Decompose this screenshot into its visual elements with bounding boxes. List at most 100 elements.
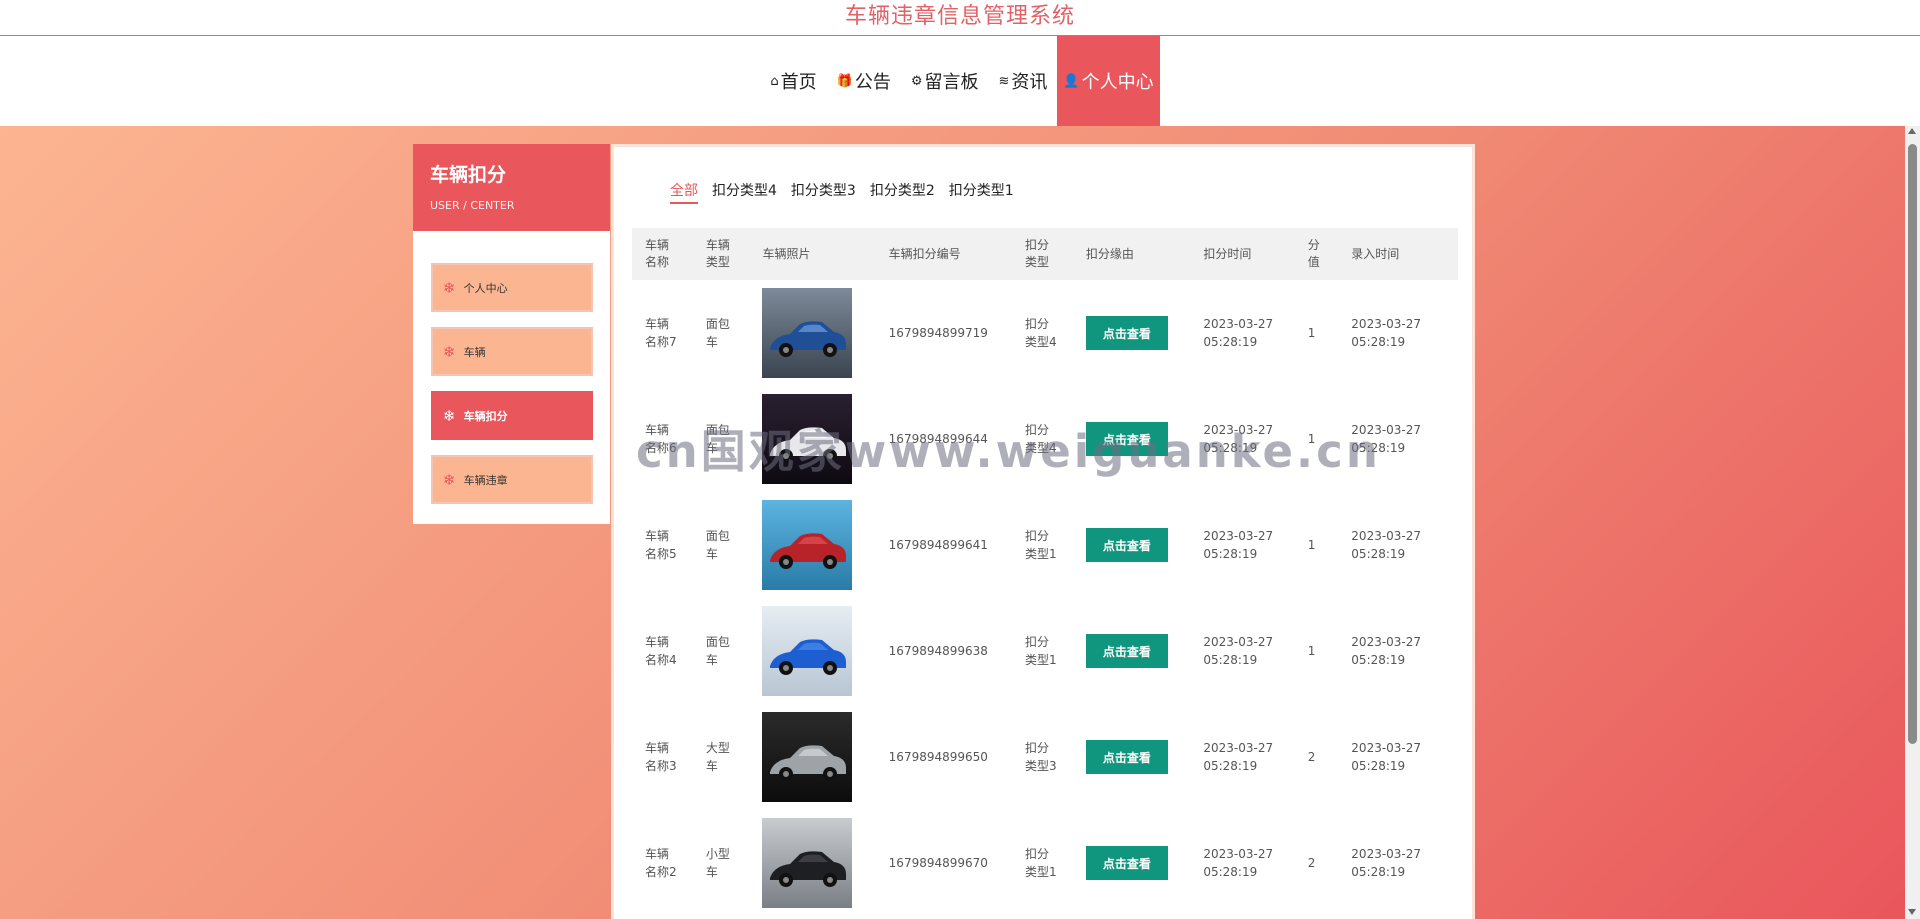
main-area: 车辆扣分 USER / CENTER ❄ 个人中心 ❄ 车辆 ❄ 车辆扣分 ❄ 车辆违章 全部… [0,126,1905,919]
score-cell: 1 [1307,538,1316,552]
car-photo [762,818,853,908]
vehicle-photo-cell [749,810,875,916]
column-header: 车辆照片 [749,228,876,280]
scrollbar-thumb[interactable] [1908,144,1917,744]
view-details-button[interactable]: 点击查看 [1085,846,1168,880]
deduction-time-cell: 2023-03-27 05:28:19 [1203,847,1274,879]
vehicle-type-cell: 面包车 [705,529,730,561]
deduction-number-cell: 1679894899638 [888,644,988,658]
deduction-type-cell: 扣分类型3 [1024,741,1057,773]
gift-icon: 🎁 [836,73,853,89]
column-header: 分值 [1294,228,1339,280]
deduction-time-cell: 2023-03-27 05:28:19 [1203,317,1274,349]
deduction-type-cell: 扣分类型4 [1024,317,1057,349]
column-header: 车辆类型 [692,228,750,280]
vehicle-photo-cell [749,492,875,598]
view-details-button[interactable]: 点击查看 [1085,316,1168,350]
tab-4[interactable]: 扣分类型1 [949,180,1014,204]
nav-item-4[interactable]: 👤 个人中心 [1057,36,1160,126]
content-panel: 全部 扣分类型4 扣分类型3 扣分类型2 扣分类型1 车辆名称 车辆类型 车辆照片 车辆扣分编… [611,144,1475,919]
vehicle-photo-cell [749,704,875,810]
score-cell: 2 [1307,750,1316,764]
view-details-button[interactable]: 点击查看 [1085,740,1168,774]
page-scrollbar[interactable] [1905,126,1920,919]
nav-label: 留言板 [924,72,979,93]
column-header: 扣分缘由 [1072,228,1191,280]
sidebar-item-3[interactable]: ❄ 车辆违章 [431,455,593,504]
vehicle-name-cell: 车辆名称7 [645,317,677,349]
sidebar-header: 车辆扣分 USER / CENTER [413,144,610,231]
score-cell: 2 [1307,856,1316,870]
sidebar-item-label: 个人中心 [463,281,508,295]
deduction-table: 车辆名称 车辆类型 车辆照片 车辆扣分编号 扣分类型 扣分缘由 扣分时间 分值 录入时间 车辆名… [632,228,1458,916]
column-header: 车辆名称 [632,228,693,280]
snowflake-icon: ❄ [443,470,456,489]
tab-1[interactable]: 扣分类型4 [712,180,777,204]
car-photo [762,712,853,802]
score-cell: 1 [1307,432,1316,446]
table-row: 车辆名称7 面包车 1679894899719 扣分类型4 点击查看 2023-03-27… [632,280,1458,386]
view-details-button[interactable]: 点击查看 [1085,634,1168,668]
table-row: 车辆名称3 大型车 1679894899650 扣分类型3 点击查看 2023-03-27… [632,704,1458,810]
sidebar-item-2[interactable]: ❄ 车辆扣分 [431,391,593,440]
vehicle-type-cell: 面包车 [705,635,730,667]
view-details-button[interactable]: 点击查看 [1085,528,1168,562]
scroll-down-icon[interactable] [1908,909,1916,915]
sidebar-title: 车辆扣分 [430,164,507,186]
vehicle-name-cell: 车辆名称4 [645,635,677,667]
nav-item-0[interactable]: ⌂ 首页 [760,36,826,126]
table-row: 车辆名称4 面包车 1679894899638 扣分类型1 点击查看 2023-03-27… [632,598,1458,704]
nav-label: 公告 [854,72,891,93]
vehicle-photo-cell [749,386,875,492]
entry-time-cell: 2023-03-27 05:28:19 [1351,741,1422,773]
deduction-reason-cell: 点击查看 [1073,810,1190,916]
nav-item-1[interactable]: 🎁 公告 [827,36,901,126]
sidebar-item-1[interactable]: ❄ 车辆 [431,327,593,376]
sidebar-item-label: 车辆 [463,345,486,359]
tab-2[interactable]: 扣分类型3 [791,180,856,204]
deduction-number-cell: 1679894899641 [888,538,988,552]
table-row: 车辆名称5 面包车 1679894899641 扣分类型1 点击查看 2023-03-27… [632,492,1458,598]
car-photo [762,606,853,696]
entry-time-cell: 2023-03-27 05:28:19 [1351,847,1422,879]
vehicle-name-cell: 车辆名称5 [645,529,677,561]
vehicle-name-cell: 车辆名称6 [645,423,677,455]
column-header: 扣分时间 [1190,228,1295,280]
tab-3[interactable]: 扣分类型2 [870,180,935,204]
vehicle-type-cell: 面包车 [705,423,730,455]
gear-icon: ⚙ [910,73,923,89]
nav-item-2[interactable]: ⚙ 留言板 [901,36,989,126]
deduction-reason-cell: 点击查看 [1073,598,1190,704]
sidebar-item-label: 车辆违章 [463,473,508,487]
user-icon: 👤 [1063,73,1080,89]
nav-label: 个人中心 [1081,72,1154,93]
deduction-type-cell: 扣分类型1 [1024,847,1057,879]
entry-time-cell: 2023-03-27 05:28:19 [1351,317,1422,349]
tab-0[interactable]: 全部 [670,180,698,204]
column-header: 扣分类型 [1011,228,1073,280]
deduction-reason-cell: 点击查看 [1073,492,1190,598]
sidebar-item-0[interactable]: ❄ 个人中心 [431,263,593,312]
nav-item-3[interactable]: ≋ 资讯 [989,36,1058,126]
table-row: 车辆名称6 面包车 1679894899644 扣分类型4 点击查看 2023-03-27… [632,386,1458,492]
main-nav: ⌂ 首页 🎁 公告 ⚙ 留言板 ≋ 资讯 👤 个人中心 [0,36,1920,126]
scroll-up-icon[interactable] [1908,128,1916,134]
deduction-type-cell: 扣分类型1 [1024,635,1057,667]
deduction-time-cell: 2023-03-27 05:28:19 [1203,529,1274,561]
sidebar-menu: ❄ 个人中心 ❄ 车辆 ❄ 车辆扣分 ❄ 车辆违章 [413,231,610,504]
view-details-button[interactable]: 点击查看 [1085,422,1168,456]
deduction-time-cell: 2023-03-27 05:28:19 [1203,741,1274,773]
nav-label: 首页 [780,72,817,93]
car-photo [762,288,853,378]
deduction-type-cell: 扣分类型1 [1024,529,1057,561]
deduction-reason-cell: 点击查看 [1073,386,1190,492]
entry-time-cell: 2023-03-27 05:28:19 [1351,529,1422,561]
header-bar: 车辆违章信息管理系统 [0,0,1920,36]
column-header: 录入时间 [1338,228,1458,280]
snowflake-icon: ❄ [443,278,456,297]
column-header: 车辆扣分编号 [875,228,1012,280]
nav-label: 资讯 [1011,72,1048,93]
entry-time-cell: 2023-03-27 05:28:19 [1351,423,1422,455]
score-cell: 1 [1307,326,1316,340]
score-cell: 1 [1307,644,1316,658]
